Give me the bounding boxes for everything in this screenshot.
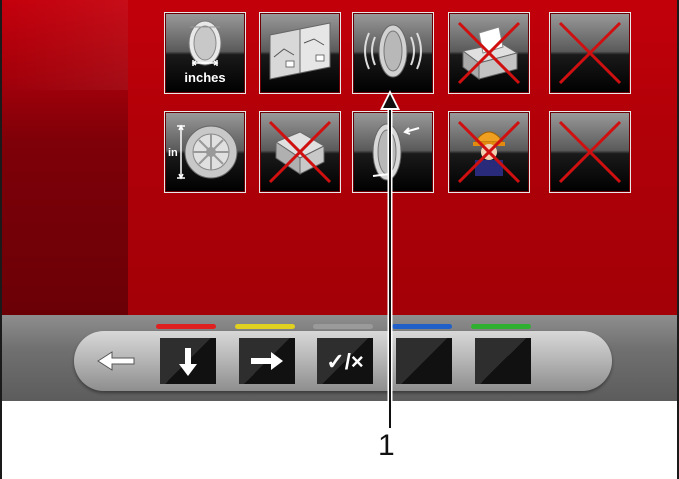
rim-diameter-inches-icon: in — [168, 124, 238, 180]
down-button[interactable] — [160, 338, 216, 384]
printer-icon — [457, 21, 521, 85]
led-blue — [392, 324, 452, 329]
tile-printer — [448, 12, 530, 94]
softkey-bar: ✓/× — [2, 315, 677, 401]
tile-label-inches: inches — [184, 70, 226, 85]
tire-runout-icon — [372, 123, 420, 181]
operator-helmet-icon — [457, 120, 521, 184]
blank-blue-button[interactable] — [396, 338, 452, 384]
tile-empty-slot-1 — [549, 12, 631, 94]
disabled-cross-icon — [558, 120, 622, 184]
tile-weight-option — [259, 111, 341, 193]
tile-rim-diameter-inches[interactable]: in — [164, 111, 246, 193]
led-green — [471, 324, 531, 329]
blank-key-icon — [475, 338, 531, 384]
check-cross-icon: ✓/× — [326, 349, 363, 374]
left-panel-sheen — [2, 0, 128, 90]
tile-tire-vibration[interactable] — [352, 12, 434, 94]
tile-empty-slot-2 — [549, 111, 631, 193]
arrow-down-icon — [179, 348, 197, 376]
blank-green-button[interactable] — [475, 338, 531, 384]
tile-operator-profile — [448, 111, 530, 193]
menu-screen: inches in — [2, 0, 677, 315]
disabled-cross-icon — [558, 21, 622, 85]
rim-label-in: in — [168, 147, 178, 159]
blank-key-icon — [396, 338, 452, 384]
forward-button[interactable] — [239, 338, 295, 384]
weight-option-icon — [268, 120, 332, 184]
tile-tire-width-inches[interactable]: inches — [164, 12, 246, 94]
arrow-right-icon — [251, 352, 283, 370]
tile-calibration-charts[interactable] — [259, 12, 341, 94]
tile-tire-runout[interactable] — [352, 111, 434, 193]
toggle-label: ✓/× — [326, 349, 363, 374]
back-button[interactable] — [84, 338, 154, 384]
calibration-charts-icon — [269, 22, 331, 80]
led-red — [156, 324, 216, 329]
tire-vibration-icon — [364, 24, 422, 78]
toggle-button[interactable]: ✓/× — [317, 338, 373, 384]
led-yellow — [235, 324, 295, 329]
arrow-left-icon — [97, 351, 135, 371]
callout-number: 1 — [378, 429, 395, 462]
led-gray — [313, 324, 373, 329]
